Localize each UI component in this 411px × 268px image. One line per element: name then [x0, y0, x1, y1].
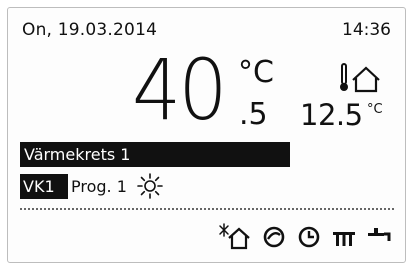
time-display: 14:36: [342, 20, 391, 40]
outdoor-temperature-value: 12.5: [300, 98, 363, 132]
room-temperature-integer: 40: [132, 41, 228, 139]
circuit-name: Värmekrets 1: [24, 145, 131, 164]
date-display: On, 19.03.2014: [22, 20, 158, 40]
hot-water-tap-icon[interactable]: [364, 222, 394, 250]
program-label: Prog. 1: [71, 177, 127, 196]
divider: [20, 208, 394, 210]
room-temperature-unit: °C: [238, 55, 274, 90]
holiday-house-icon[interactable]: [218, 222, 252, 250]
room-temperature-decimal: .5: [239, 97, 268, 132]
timer-clock-icon[interactable]: [296, 222, 322, 250]
outdoor-temperature-unit: °C: [367, 102, 383, 117]
controller-display: On, 19.03.2014 14:36 40 °C .5 12.5 °C Vä…: [7, 7, 406, 263]
outdoor-thermometer-house-icon: [340, 63, 380, 93]
circuit-code: VK1: [23, 177, 55, 196]
eco-mode-icon[interactable]: [261, 222, 287, 250]
radiator-icon[interactable]: [330, 222, 358, 250]
sun-icon: [137, 173, 163, 199]
